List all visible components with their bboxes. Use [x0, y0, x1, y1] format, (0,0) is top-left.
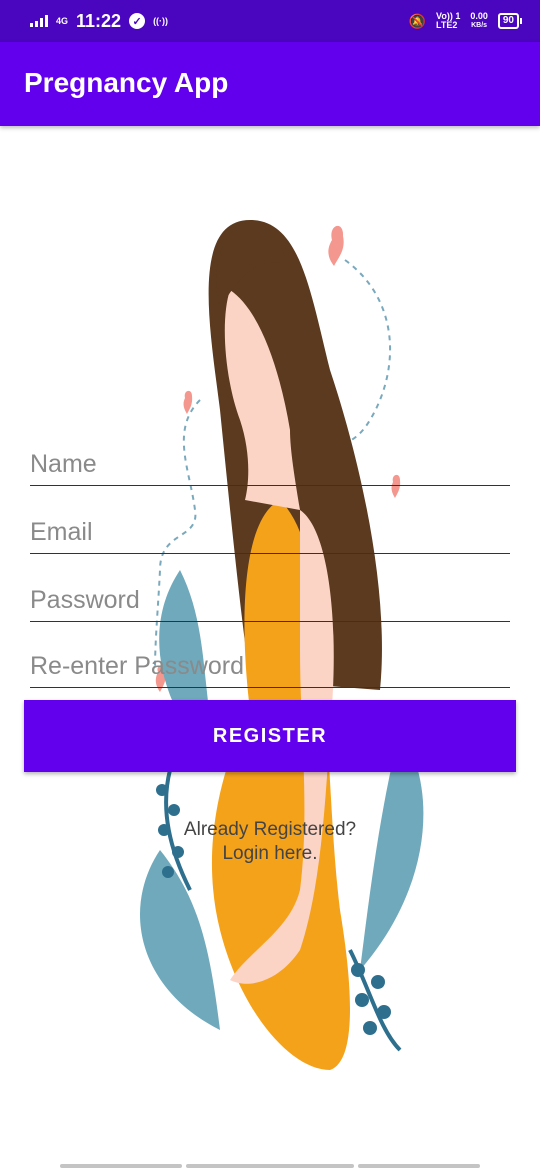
- hotspot-icon: ((·)): [153, 15, 169, 26]
- navigation-bar: [0, 1160, 540, 1170]
- login-line-2[interactable]: Login here.: [140, 842, 400, 866]
- name-field[interactable]: [30, 436, 510, 486]
- register-button[interactable]: REGISTER: [24, 700, 516, 772]
- password-input[interactable]: [30, 586, 510, 621]
- clock: 11:22: [76, 10, 122, 31]
- data-saver-icon: ✓: [129, 13, 146, 29]
- password-field[interactable]: [30, 572, 510, 622]
- nav-back-handle[interactable]: [60, 1164, 182, 1168]
- volte-indicator: Vo)) 1 LTE2: [436, 12, 460, 30]
- page-title: Pregnancy App: [24, 67, 229, 98]
- nav-home-handle[interactable]: [186, 1164, 354, 1168]
- net-speed-value: 0.00: [470, 11, 488, 21]
- email-field[interactable]: [30, 504, 510, 554]
- reenter-password-input[interactable]: [30, 652, 510, 687]
- reenter-password-field[interactable]: [30, 638, 510, 688]
- status-bar: 4G 11:22 ✓ ((·)) 🔕 Vo)) 1 LTE2 0.00 KB/s…: [0, 0, 540, 42]
- login-line-1[interactable]: Already Registered?: [140, 818, 400, 842]
- battery-level: 90: [497, 13, 519, 29]
- net-speed-unit: KB/s: [471, 22, 488, 29]
- login-link[interactable]: Already Registered? Login here.: [140, 818, 400, 866]
- mute-notification-icon: 🔕: [408, 12, 426, 29]
- name-input[interactable]: [30, 450, 510, 485]
- app-bar: Pregnancy App: [0, 42, 540, 126]
- email-input[interactable]: [30, 518, 510, 553]
- signal-icon: [30, 15, 48, 27]
- net-speed: 0.00 KB/s: [470, 12, 488, 30]
- network-type: 4G: [56, 15, 69, 26]
- battery-icon: 90: [497, 13, 522, 29]
- lte-label: LTE2: [436, 20, 458, 30]
- nav-recents-handle[interactable]: [358, 1164, 480, 1168]
